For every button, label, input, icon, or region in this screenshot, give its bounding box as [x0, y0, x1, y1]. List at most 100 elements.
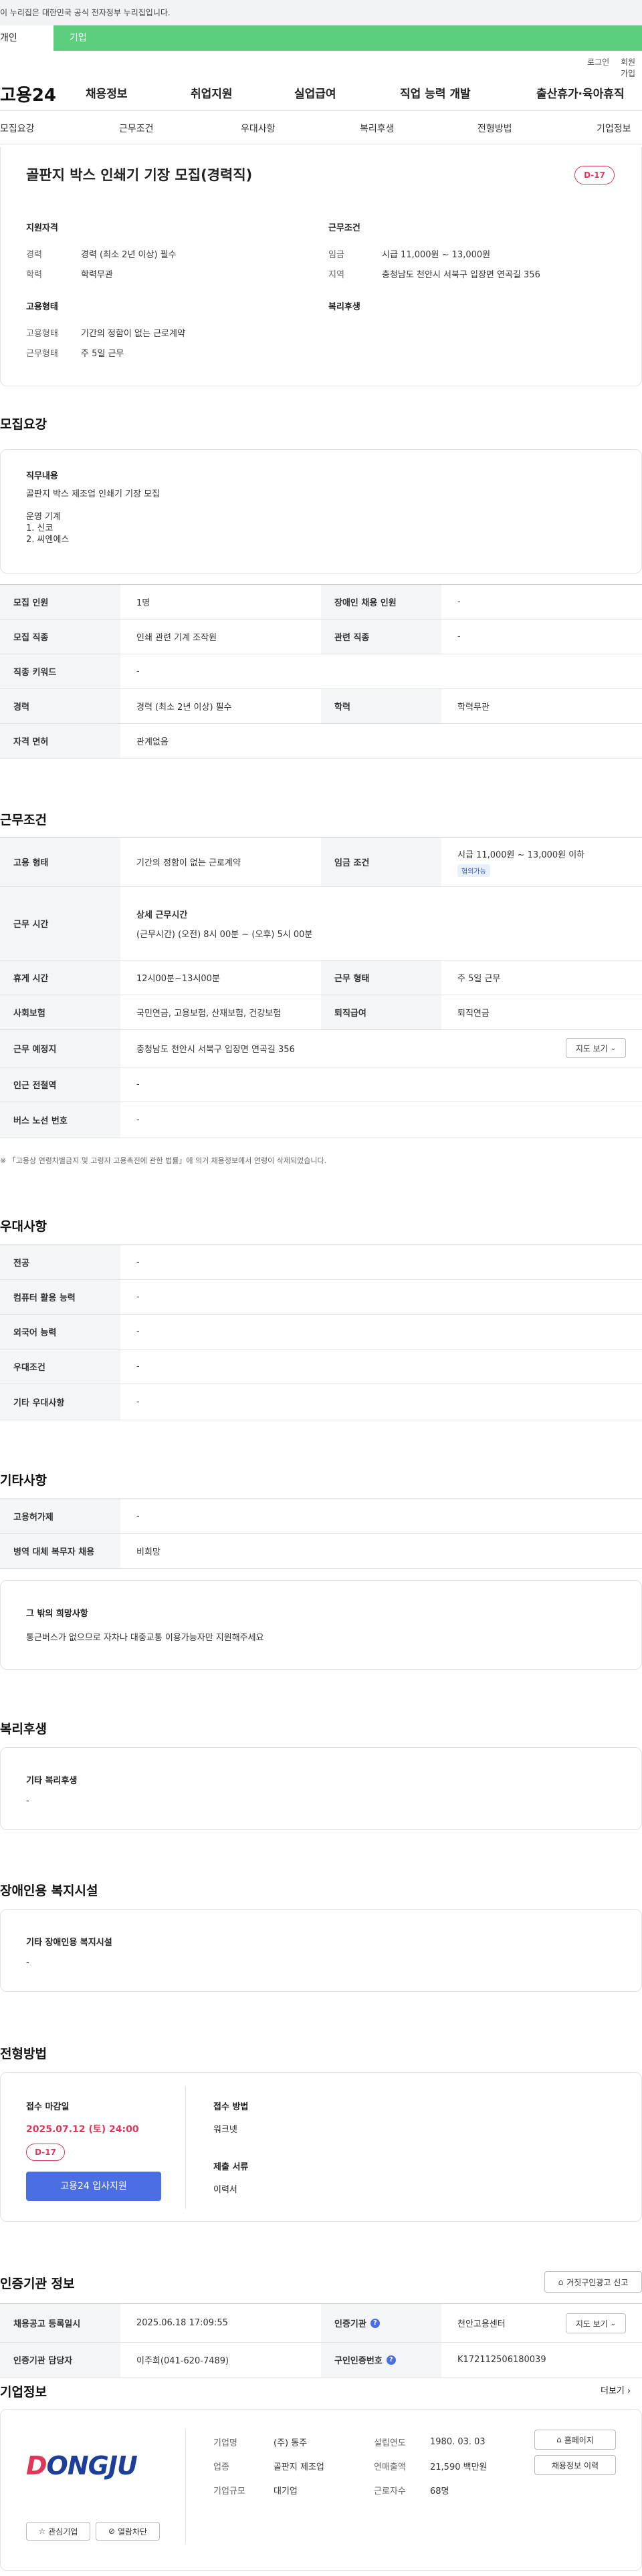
company-more-label: 더보기 [601, 2386, 625, 2396]
cert-no-label: 구인인증번호 [334, 2356, 383, 2366]
table-row: 인근 전철역 - [0, 1067, 642, 1102]
subnav-pref[interactable]: 우대사항 [241, 122, 276, 135]
block-company-button[interactable]: ⊘ 열람차단 [96, 2522, 160, 2541]
subnav-welfare[interactable]: 복리후생 [360, 122, 395, 135]
disabled-card-heading: 기타 장애인용 복지시설 [26, 1938, 112, 1948]
qual-value: 경력 (최소 2년 이상) 필수 [81, 250, 177, 260]
cond-key: 임금 [328, 250, 344, 260]
job-desc-line: 1. 신코 [26, 523, 54, 533]
table-header: 인증기관 담당자 [0, 2343, 120, 2377]
homepage-button[interactable]: ⌂ 홈페이지 [534, 2430, 616, 2450]
hours-value: (근무시간) (오전) 8시 00분 ~ (오후) 5시 00분 [136, 929, 313, 940]
job-desc-text: 골판지 박스 제조업 인쇄기 기장 모집 운영 기계 1. 신코 2. 씨엔에스 [26, 489, 160, 545]
block-icon: ⊘ [108, 2527, 115, 2536]
gnb-item-leave[interactable]: 출산휴가·육아휴직 [536, 84, 625, 101]
tab-company[interactable]: 기업 [54, 25, 87, 51]
home-icon: ⌂ [558, 2277, 564, 2287]
table-header: 컴퓨터 활용 능력 [0, 1280, 120, 1314]
table-header: 직종 키워드 [0, 654, 120, 688]
user-type-tabs: 개인 기업 [0, 25, 642, 51]
company-logo: DONGJU [26, 2451, 138, 2480]
table-header: 채용공고 등록일시 [0, 2304, 120, 2342]
cert-map-button[interactable]: 지도 보기 ⌄ [566, 2313, 626, 2333]
table-header: 근무 예정지 [0, 1030, 120, 1067]
table-row: 사회보험 국민연금, 고용보험, 산재보험, 건강보험 퇴직급여 퇴직연금 [0, 995, 642, 1030]
tab-personal[interactable]: 개인 [0, 25, 54, 51]
company-heading: 기업정보 [0, 2385, 47, 2400]
table-cell: - [136, 1397, 140, 1407]
report-button-label: 거짓구인광고 신고 [566, 2277, 629, 2287]
table-cell: K172112506180039 [457, 2355, 546, 2365]
company-value: 대기업 [274, 2486, 298, 2496]
company-value: 골판지 제조업 [274, 2462, 324, 2472]
report-button[interactable]: ⌂ 거짓구인광고 신고 [544, 2271, 642, 2293]
docs-value: 이력서 [213, 2185, 237, 2195]
company-key: 업종 [213, 2462, 229, 2472]
emp-value: 기간의 정함이 없는 근로계약 [81, 329, 185, 339]
cert-table: 채용공고 등록일시 2025.06.18 17:09:55 인증기관? 천안고용… [0, 2303, 642, 2377]
section-tabs: 모집요강 근무조건 우대사항 복리후생 전형방법 기업정보 [0, 111, 642, 144]
welfare-section-heading: 복리후생 [0, 1722, 47, 1736]
history-button[interactable]: 채용정보 이력 [534, 2455, 616, 2475]
table-header: 전공 [0, 1245, 120, 1279]
emp-key: 근무형태 [26, 349, 58, 359]
work-heading: 근무조건 [0, 813, 47, 827]
company-divider [185, 2430, 186, 2543]
cond-heading: 근무조건 [328, 223, 360, 233]
table-cell: 국민연금, 고용보험, 산재보험, 건강보험 [136, 1009, 282, 1019]
gnb-item-training[interactable]: 직업 능력 개발 [400, 84, 471, 101]
table-header: 근무 시간 [0, 887, 120, 960]
star-icon: ☆ [38, 2527, 46, 2536]
gnb-item-jobs[interactable]: 채용정보 [86, 84, 128, 101]
map-button[interactable]: 지도 보기 ⌄ [566, 1038, 626, 1058]
chevron-down-icon: ⌄ [610, 1044, 617, 1052]
table-row: 외국어 능력 - [0, 1315, 642, 1349]
table-row: 고용 형태 기간의 정함이 없는 근로계약 임금 조건 시급 11,000원 ~… [0, 838, 642, 887]
table-row: 근무 시간 상세 근무시간 (근무시간) (오전) 8시 00분 ~ (오후) … [0, 887, 642, 960]
qual-value: 학력무관 [81, 270, 113, 280]
age-footnote: ※ 「고용상 연령차별금지 및 고령자 고용촉진에 관한 법률」에 의거 채용정… [0, 1156, 327, 1165]
job-summary-card: 골판지 박스 인쇄기 기장 모집(경력직) D-17 지원자격 경력 경력 (최소… [0, 147, 642, 386]
job-desc-line: 2. 씨엔에스 [26, 535, 70, 545]
process-card: 접수 마감일 2025.07.12 (토) 24:00 D-17 고용24 입사… [0, 2072, 642, 2222]
disabled-card: 기타 장애인용 복지시설 - [0, 1909, 642, 1992]
disabled-card-text: - [26, 1958, 29, 1968]
table-header: 버스 노선 번호 [0, 1102, 120, 1138]
etc-table: 고용허가제 - 병역 대체 복무자 채용 비희망 [0, 1499, 642, 1569]
table-cell: - [136, 666, 140, 676]
favorite-company-button[interactable]: ☆ 관심기업 [26, 2522, 90, 2541]
login-link[interactable]: 로그인 [587, 56, 609, 68]
company-more-link[interactable]: 더보기 › [601, 2384, 631, 2396]
subnav-company[interactable]: 기업정보 [597, 122, 631, 135]
site-logo[interactable]: 고용24 [0, 82, 56, 106]
favorite-label: 관심기업 [48, 2527, 78, 2537]
qual-list: 경력 경력 (최소 2년 이상) 필수 학력 학력무관 [26, 247, 177, 287]
subnav-process[interactable]: 전형방법 [477, 122, 512, 135]
table-row: 모집 직종 인쇄 관련 기계 조작원 관련 직종 - [0, 620, 642, 654]
apply-button[interactable]: 고용24 입사지원 [26, 2172, 161, 2201]
block-label: 열람차단 [117, 2527, 148, 2537]
info-icon[interactable]: ? [370, 2318, 380, 2328]
gnb-item-benefit[interactable]: 실업급여 [294, 84, 336, 101]
table-cell: - [136, 1257, 140, 1267]
table-cell: 학력무관 [457, 702, 490, 713]
table-header: 병역 대체 복무자 채용 [0, 1534, 120, 1568]
table-row: 고용허가제 - [0, 1499, 642, 1534]
gov-notice-bar: 이 누리집은 대한민국 공식 전자정부 누리집입니다. [0, 0, 642, 25]
table-header: 퇴직급여 [321, 995, 441, 1029]
table-header: 휴게 시간 [0, 960, 120, 995]
cond-value: 충청남도 천안시 서북구 입장면 연곡길 356 [382, 270, 540, 280]
table-header: 기타 우대사항 [0, 1384, 120, 1420]
welfare-card-text: - [26, 1796, 29, 1806]
table-header: 고용허가제 [0, 1499, 120, 1533]
etc-heading: 기타사항 [0, 1473, 47, 1488]
gnb-item-support[interactable]: 취업지원 [191, 84, 233, 101]
emp-key: 고용형태 [26, 329, 58, 339]
cond-key: 지역 [328, 270, 344, 280]
top-links: 로그인 회원가입 [0, 51, 642, 78]
job-desc-line: 골판지 박스 제조업 인쇄기 기장 모집 [26, 489, 160, 499]
subnav-recruit[interactable]: 모집요강 [0, 122, 35, 135]
info-icon[interactable]: ? [386, 2355, 396, 2365]
table-cell: - [136, 1292, 140, 1302]
subnav-work[interactable]: 근무조건 [119, 122, 154, 135]
